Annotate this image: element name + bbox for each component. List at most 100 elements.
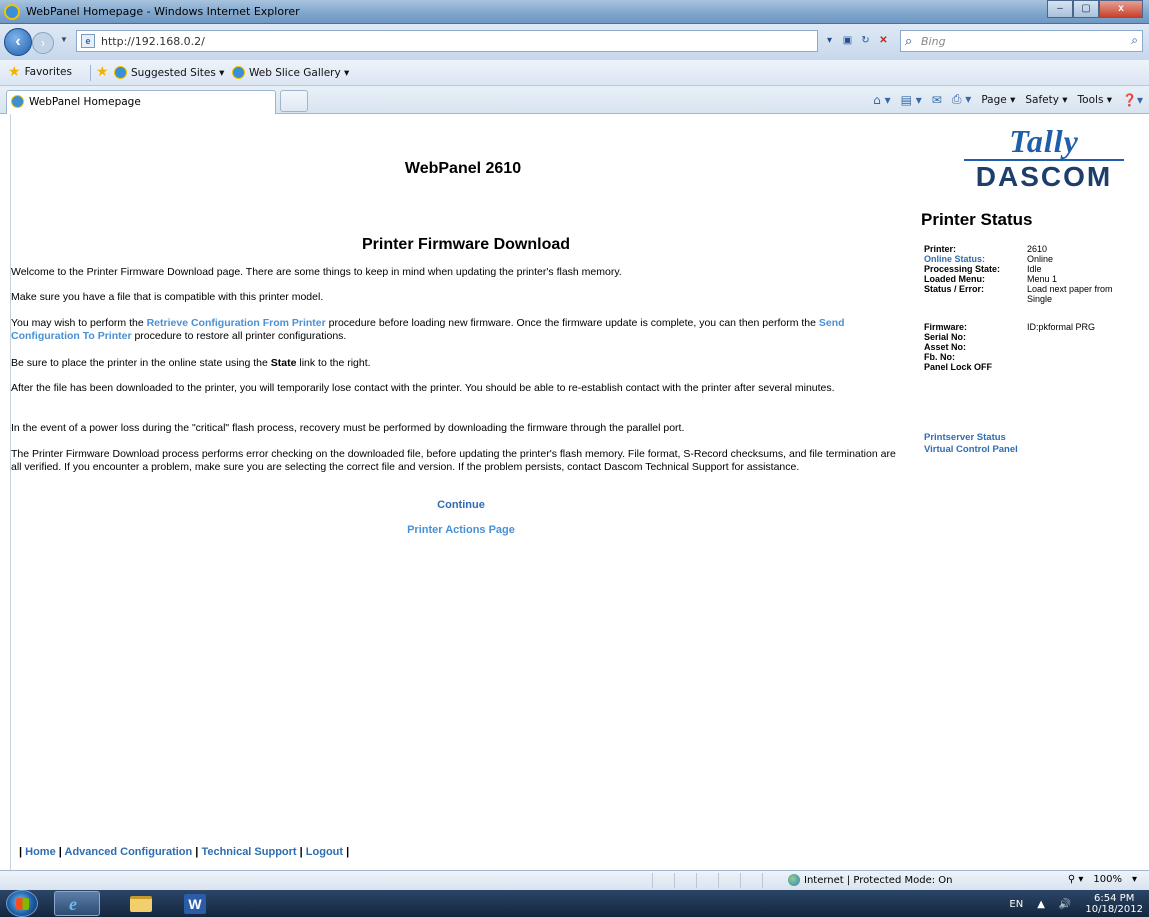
paragraph-compatible: Make sure you have a file that is compat…	[11, 291, 324, 303]
favorites-star-icon: ★	[8, 64, 21, 80]
mail-icon[interactable]: ✉	[932, 93, 942, 107]
help-icon[interactable]: ❓▾	[1122, 93, 1143, 107]
word-icon: W	[184, 894, 206, 914]
taskbar-ie-button[interactable]: e	[54, 891, 100, 916]
printer-status-table: Printer: 2610 Online Status: Online Proc…	[924, 244, 1134, 372]
internet-explorer-icon: e	[69, 894, 77, 914]
printer-status-title: Printer Status	[921, 210, 1033, 229]
start-button[interactable]	[6, 890, 38, 917]
web-slice-gallery-link[interactable]: Web Slice Gallery ▾	[232, 66, 349, 79]
zoom-level[interactable]: 100%	[1093, 874, 1122, 885]
status-value: ID:pkformal PRG	[1027, 322, 1096, 332]
security-zone-text: Internet | Protected Mode: On	[804, 874, 953, 886]
status-row-serial: Serial No:	[924, 332, 1134, 342]
close-button[interactable]: x	[1099, 0, 1143, 18]
internet-globe-icon	[788, 874, 800, 886]
tally-dascom-logo: Tally DASCOM	[955, 124, 1133, 194]
zoom-dropdown-icon[interactable]: ▾	[1132, 874, 1137, 885]
maximize-button[interactable]: ▢	[1073, 0, 1099, 18]
retrieve-configuration-link[interactable]: Retrieve Configuration From Printer	[147, 317, 326, 329]
tools-menu[interactable]: Tools ▾	[1078, 94, 1112, 106]
status-value: Idle	[1027, 264, 1042, 274]
browser-status-bar: Internet | Protected Mode: On ⚲ ▾ 100% ▾	[0, 870, 1149, 890]
side-links: Printserver Status Virtual Control Panel	[924, 432, 1018, 456]
status-label: Serial No:	[924, 332, 967, 342]
online-status-link[interactable]: Online Status:	[924, 254, 1027, 264]
section-heading: Printer Firmware Download	[361, 236, 571, 253]
show-hidden-icons-icon[interactable]: ▲	[1037, 899, 1045, 910]
status-label: Status / Error:	[924, 284, 985, 294]
compatibility-view-icon[interactable]: ▣	[840, 32, 855, 49]
window-title: WebPanel Homepage - Windows Internet Exp…	[26, 5, 300, 18]
home-icon[interactable]: ⌂ ▾	[873, 93, 890, 107]
address-bar[interactable]: e http://192.168.0.2/	[76, 30, 818, 52]
suggested-sites-label: Suggested Sites ▾	[131, 66, 225, 79]
search-icon[interactable]: ⌕	[1131, 33, 1138, 48]
footer-logout-link[interactable]: Logout	[306, 846, 343, 858]
logo-dascom-text: DASCOM	[975, 161, 1113, 192]
search-input[interactable]: Bing	[921, 35, 946, 48]
language-indicator[interactable]: EN	[1009, 899, 1023, 910]
print-icon[interactable]: ⎙ ▾	[952, 92, 971, 107]
status-row-fb: Fb. No:	[924, 352, 1134, 362]
footer-advanced-configuration-link[interactable]: Advanced Configuration	[65, 846, 193, 858]
search-provider-icon: ⌕	[905, 33, 913, 48]
window-controls: – ▢ x	[1047, 0, 1143, 20]
zoom-controls: ⚲ ▾ 100% ▾	[1068, 874, 1137, 885]
feeds-icon[interactable]: ▤ ▾	[901, 93, 922, 107]
status-value: Menu 1	[1027, 274, 1058, 284]
taskbar-word-button[interactable]: W	[172, 891, 218, 916]
suggested-sites-link[interactable]: Suggested Sites ▾	[114, 66, 224, 79]
status-label: Firmware:	[924, 322, 968, 332]
page-menu[interactable]: Page ▾	[981, 94, 1015, 106]
safety-menu[interactable]: Safety ▾	[1025, 94, 1067, 106]
printserver-status-link[interactable]: Printserver Status	[924, 432, 1018, 444]
address-dropdown-icon[interactable]: ▾	[822, 32, 837, 49]
address-url[interactable]: http://192.168.0.2/	[101, 35, 205, 48]
tab-webpanel-homepage[interactable]: WebPanel Homepage	[6, 90, 276, 114]
protected-mode-icon[interactable]: ⚲ ▾	[1068, 874, 1084, 885]
folder-icon	[130, 896, 152, 912]
back-button[interactable]: ‹	[4, 28, 32, 56]
stop-icon[interactable]: ✕	[876, 32, 891, 49]
text-fragment: Be sure to place the printer in the onli…	[11, 357, 271, 369]
footer-technical-support-link[interactable]: Technical Support	[201, 846, 296, 858]
history-dropdown-icon[interactable]: ▼	[60, 35, 68, 44]
search-box[interactable]: ⌕ Bing ⌕	[900, 30, 1143, 52]
paragraph-welcome: Welcome to the Printer Firmware Download…	[11, 266, 622, 278]
taskbar-explorer-button[interactable]	[118, 891, 164, 916]
logo-tally-text: Tally	[1009, 123, 1079, 159]
text-fragment: link to the right.	[296, 357, 371, 369]
tab-bar: WebPanel Homepage ⌂ ▾ ▤ ▾ ✉ ⎙ ▾ Page ▾ S…	[0, 86, 1149, 114]
tab-ie-icon	[11, 95, 24, 108]
printer-actions-page-link[interactable]: Printer Actions Page	[407, 524, 515, 536]
continue-link[interactable]: Continue	[437, 499, 485, 511]
page-icon: e	[81, 34, 95, 48]
clock[interactable]: 6:54 PM 10/18/2012	[1085, 893, 1143, 915]
state-emphasis: State	[270, 357, 297, 369]
volume-icon[interactable]: 🔊	[1059, 899, 1071, 910]
status-row-asset: Asset No:	[924, 342, 1134, 352]
favorites-bar: ★ Favorites ★ Suggested Sites ▾ Web Slic…	[0, 60, 1149, 86]
favorites-button[interactable]: ★ Favorites	[8, 64, 72, 80]
forward-button[interactable]: ›	[32, 32, 54, 54]
continue-link-wrap: Continue	[11, 499, 911, 511]
address-toolbar: ‹ › ▼ e http://192.168.0.2/ ▾ ▣ ↻ ✕ ⌕ Bi…	[0, 24, 1149, 60]
refresh-icon[interactable]: ↻	[858, 32, 873, 49]
add-to-favorites-icon: ★	[96, 64, 109, 80]
favorites-label: Favorites	[24, 66, 72, 78]
footer-nav: | Home | Advanced Configuration | Techni…	[19, 846, 350, 858]
suggested-sites-icon	[114, 66, 127, 79]
status-row-panel-lock: Panel Lock OFF	[924, 362, 1134, 372]
ie-logo-icon	[4, 4, 20, 20]
paragraph-error-checking: The Printer Firmware Download process pe…	[11, 448, 896, 473]
new-tab-button[interactable]	[280, 90, 308, 112]
web-slice-gallery-label: Web Slice Gallery ▾	[249, 66, 350, 79]
virtual-control-panel-link[interactable]: Virtual Control Panel	[924, 444, 1018, 456]
status-row-firmware: Firmware: ID:pkformal PRG	[924, 322, 1134, 332]
minimize-button[interactable]: –	[1047, 0, 1073, 18]
status-label: Asset No:	[924, 342, 967, 352]
add-favorites-button[interactable]: ★	[96, 64, 109, 80]
security-zone[interactable]: Internet | Protected Mode: On	[788, 874, 952, 886]
footer-home-link[interactable]: Home	[25, 846, 56, 858]
